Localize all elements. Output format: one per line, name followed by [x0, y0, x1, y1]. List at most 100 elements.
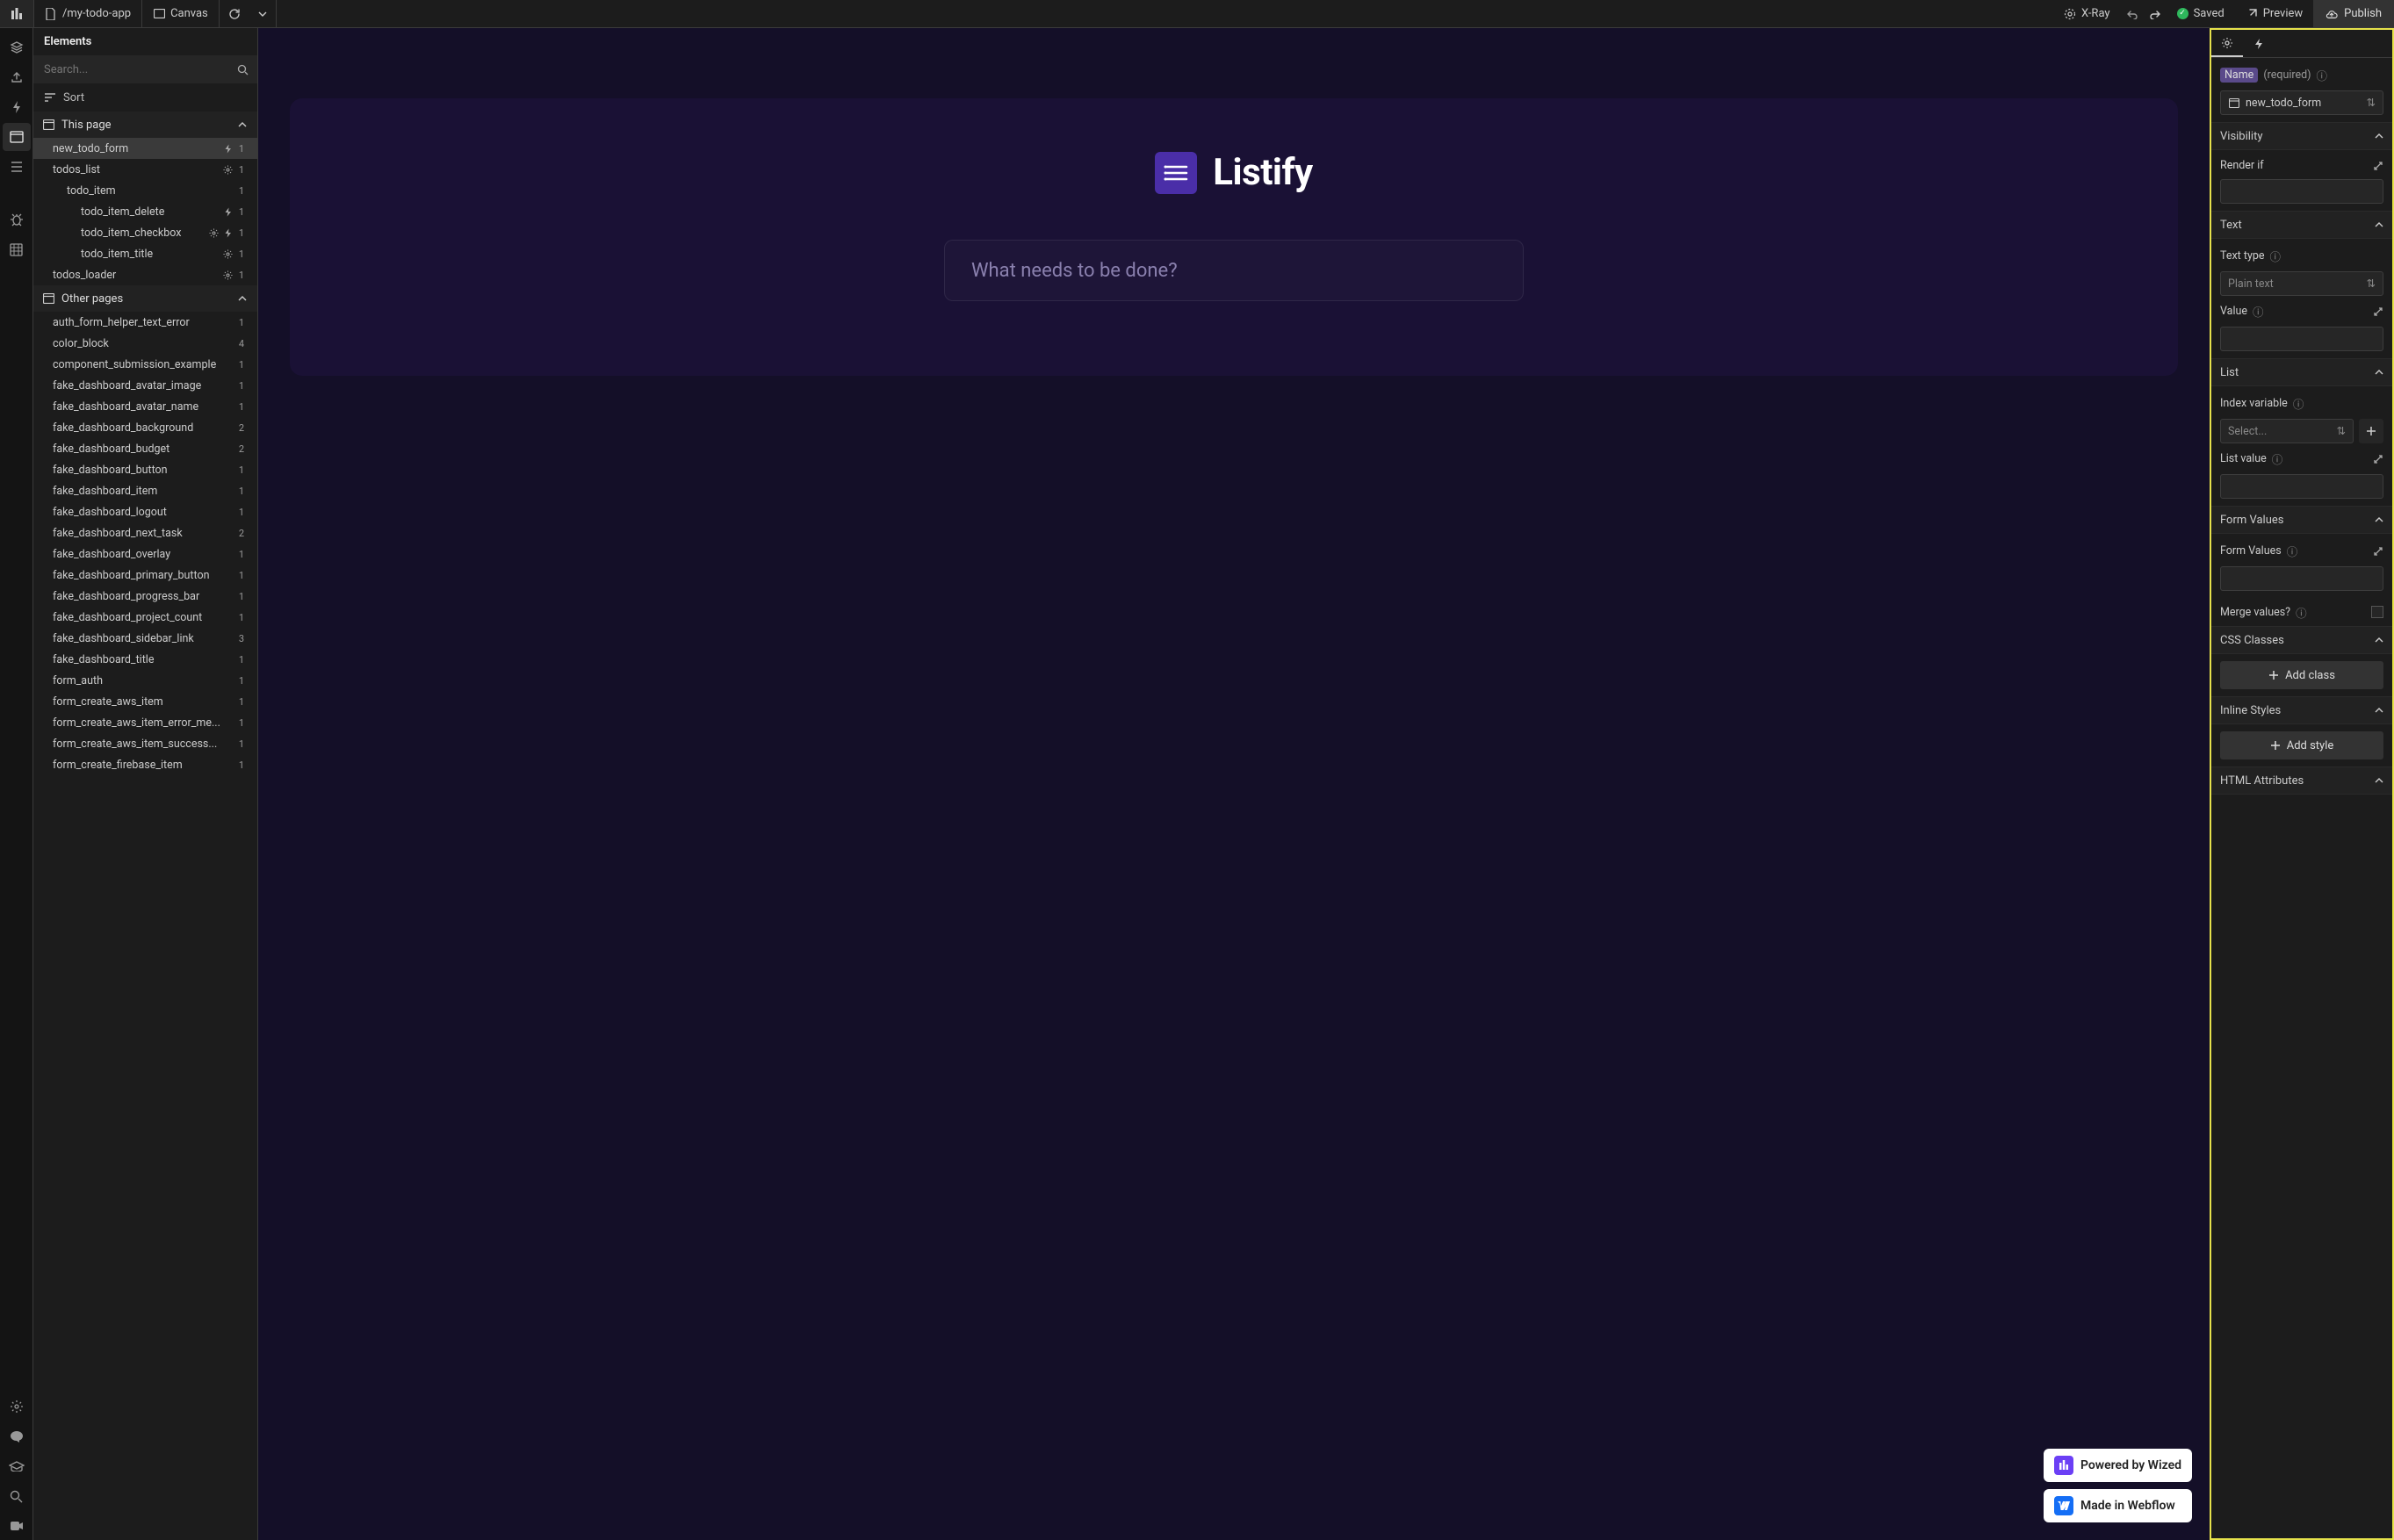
file-path-button[interactable]: /my-todo-app: [34, 0, 141, 27]
section-css-classes[interactable]: CSS Classes: [2211, 626, 2392, 654]
leftbar-academy[interactable]: [3, 1452, 31, 1480]
text-value-input[interactable]: [2220, 327, 2383, 351]
tree-section-other-pages[interactable]: Other pages: [33, 285, 257, 312]
leftbar-elements[interactable]: [3, 123, 31, 151]
add-index-var-button[interactable]: [2359, 419, 2383, 443]
tree-header-label: Other pages: [61, 292, 123, 306]
tree-row[interactable]: todo_item1: [33, 180, 257, 201]
tree-item-label: fake_dashboard_overlay: [53, 548, 234, 561]
text-type-select[interactable]: Plain text ⇅: [2220, 271, 2383, 296]
count-badge: 1: [234, 717, 249, 729]
tree-row[interactable]: fake_dashboard_next_task2: [33, 522, 257, 543]
tree-row[interactable]: fake_dashboard_button1: [33, 459, 257, 480]
name-select[interactable]: new_todo_form ⇅: [2220, 90, 2383, 115]
tree-row[interactable]: todos_loader1: [33, 264, 257, 285]
undo-button[interactable]: [2121, 0, 2144, 27]
tree-row[interactable]: form_create_aws_item_error_me...1: [33, 712, 257, 733]
section-form-values[interactable]: Form Values: [2211, 506, 2392, 534]
tree-row[interactable]: fake_dashboard_title1: [33, 649, 257, 670]
section-html-attrs[interactable]: HTML Attributes: [2211, 766, 2392, 795]
leftbar-search[interactable]: [3, 1482, 31, 1510]
merge-checkbox[interactable]: [2371, 606, 2383, 618]
badge-webflow[interactable]: Made in Webflow: [2044, 1489, 2192, 1522]
value-label: Value: [2220, 305, 2247, 318]
form-values-input[interactable]: [2220, 566, 2383, 591]
bolt-icon: [222, 227, 233, 238]
leftbar-chat[interactable]: [3, 1422, 31, 1450]
tree-row[interactable]: color_block4: [33, 333, 257, 354]
tree-row[interactable]: todo_item_delete1: [33, 201, 257, 222]
sort-button[interactable]: Sort: [33, 83, 257, 112]
tree-row[interactable]: todo_item_title1: [33, 243, 257, 264]
section-list[interactable]: List: [2211, 358, 2392, 386]
section-text[interactable]: Text: [2211, 211, 2392, 239]
tree-row[interactable]: fake_dashboard_item1: [33, 480, 257, 501]
tree-row[interactable]: form_create_firebase_item1: [33, 754, 257, 775]
form-values-label: Form Values: [2220, 544, 2282, 558]
index-var-select[interactable]: Select... ⇅: [2220, 419, 2354, 443]
tab-actions[interactable]: [2243, 30, 2275, 57]
name-value: new_todo_form: [2246, 97, 2362, 110]
tree-item-label: component_submission_example: [53, 358, 234, 371]
canvas-button[interactable]: Canvas: [142, 0, 219, 27]
sidebar-search[interactable]: [33, 55, 257, 83]
render-if-input[interactable]: [2220, 179, 2383, 204]
xray-button[interactable]: X-Ray: [2053, 0, 2121, 27]
badge-wized[interactable]: Powered by Wized: [2044, 1449, 2192, 1482]
count-badge: 1: [234, 549, 249, 560]
tree-row[interactable]: form_auth1: [33, 670, 257, 691]
leftbar-bug[interactable]: [3, 205, 31, 234]
list-value-input[interactable]: [2220, 474, 2383, 499]
tree-row[interactable]: fake_dashboard_avatar_name1: [33, 396, 257, 417]
expand-icon[interactable]: [2373, 306, 2383, 317]
add-class-button[interactable]: Add class: [2220, 661, 2383, 689]
section-title: List: [2220, 366, 2239, 379]
search-input[interactable]: [44, 63, 236, 76]
publish-button[interactable]: Publish: [2313, 0, 2394, 27]
leftbar-bolt[interactable]: [3, 93, 31, 121]
refresh-button[interactable]: [220, 0, 249, 27]
tree-row[interactable]: todos_list1: [33, 159, 257, 180]
tab-settings[interactable]: [2211, 30, 2243, 57]
tree-row[interactable]: fake_dashboard_progress_bar1: [33, 586, 257, 607]
sort-icon: [44, 91, 56, 104]
tree-row[interactable]: fake_dashboard_sidebar_link3: [33, 628, 257, 649]
tree-row[interactable]: fake_dashboard_primary_button1: [33, 565, 257, 586]
tree-row[interactable]: fake_dashboard_budget2: [33, 438, 257, 459]
leftbar-settings[interactable]: [3, 1392, 31, 1421]
redo-button[interactable]: [2144, 0, 2167, 27]
element-icon: [2228, 97, 2240, 109]
tree-row[interactable]: fake_dashboard_project_count1: [33, 607, 257, 628]
tree-row[interactable]: fake_dashboard_logout1: [33, 501, 257, 522]
section-inline-styles[interactable]: Inline Styles: [2211, 696, 2392, 724]
leftbar-video[interactable]: [3, 1512, 31, 1540]
canvas-area: Listify What needs to be done? Powered b…: [258, 28, 2210, 1540]
leftbar-layers[interactable]: [3, 33, 31, 61]
tree-row[interactable]: auth_form_helper_text_error1: [33, 312, 257, 333]
expand-icon[interactable]: [2373, 546, 2383, 557]
tree-row[interactable]: fake_dashboard_overlay1: [33, 543, 257, 565]
count-badge: 1: [234, 359, 249, 371]
leftbar-data[interactable]: [3, 235, 31, 263]
leftbar-upload[interactable]: [3, 63, 31, 91]
todo-input[interactable]: What needs to be done?: [944, 240, 1524, 301]
undo-icon: [2126, 8, 2138, 20]
section-visibility[interactable]: Visibility: [2211, 122, 2392, 150]
tree-row[interactable]: form_create_aws_item_success...1: [33, 733, 257, 754]
tree-row[interactable]: fake_dashboard_avatar_image1: [33, 375, 257, 396]
tree-row[interactable]: fake_dashboard_background2: [33, 417, 257, 438]
section-title: Text: [2220, 219, 2242, 232]
preview-button[interactable]: Preview: [2235, 0, 2313, 27]
tree-row[interactable]: form_create_aws_item1: [33, 691, 257, 712]
tree-row[interactable]: todo_item_checkbox1: [33, 222, 257, 243]
tree-row[interactable]: component_submission_example1: [33, 354, 257, 375]
tree-row[interactable]: new_todo_form1: [33, 138, 257, 159]
refresh-dropdown[interactable]: [249, 0, 276, 27]
logo-button[interactable]: [0, 0, 33, 27]
expand-icon[interactable]: [2373, 161, 2383, 171]
tree-section-this-page[interactable]: This page: [33, 112, 257, 138]
add-style-button[interactable]: Add style: [2220, 731, 2383, 759]
preview-card: Listify What needs to be done?: [290, 98, 2178, 376]
expand-icon[interactable]: [2373, 454, 2383, 464]
leftbar-list[interactable]: [3, 153, 31, 181]
